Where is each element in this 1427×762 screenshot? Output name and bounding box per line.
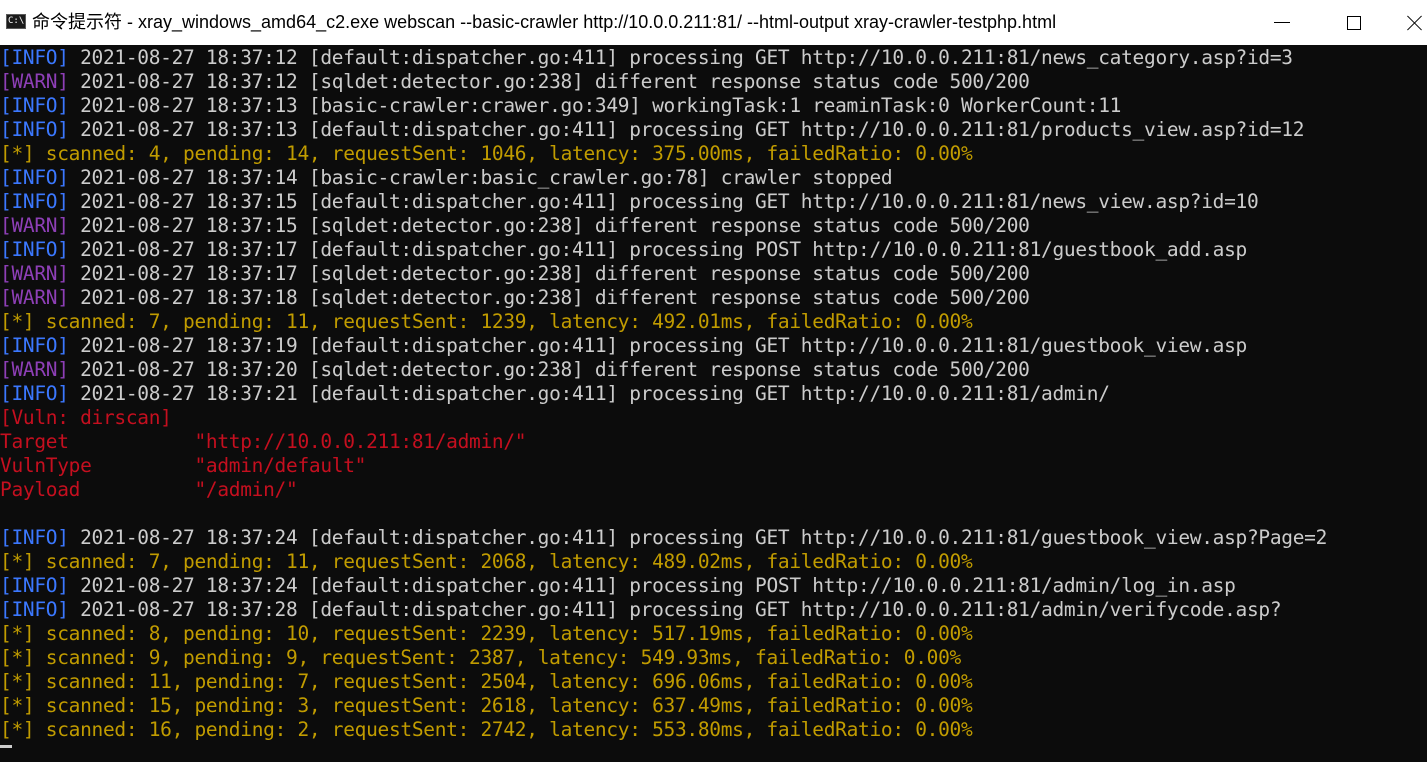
status-tag: [*]	[0, 694, 35, 717]
console-line: [INFO] 2021-08-27 18:37:21 [default:disp…	[0, 382, 1110, 406]
console-message: 2021-08-27 18:37:13 [basic-crawler:crawe…	[68, 94, 1122, 117]
title-bar[interactable]: C:\. 命令提示符 - xray_windows_amd64_c2.exe w…	[0, 0, 1427, 45]
console-message: scanned: 4, pending: 14, requestSent: 10…	[34, 142, 973, 165]
console-line: [*] scanned: 7, pending: 11, requestSent…	[0, 550, 973, 574]
status-tag: [*]	[0, 670, 35, 693]
info-tag: [INFO]	[0, 382, 69, 405]
console-line: [INFO] 2021-08-27 18:37:13 [basic-crawle…	[0, 94, 1121, 118]
console-line: [INFO] 2021-08-27 18:37:17 [default:disp…	[0, 238, 1247, 262]
console-line: [*] scanned: 16, pending: 2, requestSent…	[0, 718, 973, 742]
info-tag: [INFO]	[0, 334, 69, 357]
info-tag: [INFO]	[0, 118, 69, 141]
console-message: 2021-08-27 18:37:28 [default:dispatcher.…	[68, 598, 1282, 621]
console-message: 2021-08-27 18:37:13 [default:dispatcher.…	[68, 118, 1305, 141]
console-line: [INFO] 2021-08-27 18:37:24 [default:disp…	[0, 526, 1327, 550]
console-line: [INFO] 2021-08-27 18:37:19 [default:disp…	[0, 334, 1247, 358]
console-message: scanned: 7, pending: 11, requestSent: 12…	[34, 310, 973, 333]
console-line: [WARN] 2021-08-27 18:37:20 [sqldet:detec…	[0, 358, 1030, 382]
warn-tag: [WARN]	[0, 286, 69, 309]
console-line: [INFO] 2021-08-27 18:37:15 [default:disp…	[0, 190, 1259, 214]
console-line: VulnType "admin/default"	[0, 454, 366, 478]
cmd-icon: C:\.	[6, 14, 26, 29]
console-line: [INFO] 2021-08-27 18:37:28 [default:disp…	[0, 598, 1282, 622]
console-message: 2021-08-27 18:37:15 [sqldet:detector.go:…	[68, 214, 1030, 237]
text-cursor	[0, 745, 12, 748]
console-message: scanned: 15, pending: 3, requestSent: 26…	[34, 694, 973, 717]
console-message: 2021-08-27 18:37:20 [sqldet:detector.go:…	[68, 358, 1030, 381]
maximize-button[interactable]	[1331, 0, 1377, 45]
console-line: [*] scanned: 4, pending: 14, requestSent…	[0, 142, 973, 166]
status-tag: [*]	[0, 310, 35, 333]
console-line: [WARN] 2021-08-27 18:37:12 [sqldet:detec…	[0, 70, 1030, 94]
info-tag: [INFO]	[0, 526, 69, 549]
console-message: 2021-08-27 18:37:17 [sqldet:detector.go:…	[68, 262, 1030, 285]
vuln-detail: VulnType "admin/default"	[0, 454, 367, 477]
info-tag: [INFO]	[0, 166, 69, 189]
console-message: scanned: 8, pending: 10, requestSent: 22…	[34, 622, 973, 645]
info-tag: [INFO]	[0, 238, 69, 261]
status-tag: [*]	[0, 646, 35, 669]
close-icon	[1407, 15, 1423, 31]
vuln-detail: [Vuln: dirscan]	[0, 406, 172, 429]
status-tag: [*]	[0, 718, 35, 741]
vuln-detail: Target "http://10.0.0.211:81/admin/"	[0, 430, 527, 453]
console-message: 2021-08-27 18:37:14 [basic-crawler:basic…	[68, 166, 893, 189]
console-line: [INFO] 2021-08-27 18:37:14 [basic-crawle…	[0, 166, 893, 190]
info-tag: [INFO]	[0, 598, 69, 621]
console-line: [*] scanned: 15, pending: 3, requestSent…	[0, 694, 973, 718]
console-message: 2021-08-27 18:37:19 [default:dispatcher.…	[68, 334, 1247, 357]
info-tag: [INFO]	[0, 94, 69, 117]
warn-tag: [WARN]	[0, 70, 69, 93]
status-tag: [*]	[0, 142, 35, 165]
console-message: scanned: 7, pending: 11, requestSent: 20…	[34, 550, 973, 573]
maximize-icon	[1347, 15, 1361, 30]
status-tag: [*]	[0, 622, 35, 645]
console-line: [WARN] 2021-08-27 18:37:15 [sqldet:detec…	[0, 214, 1030, 238]
console-message: 2021-08-27 18:37:21 [default:dispatcher.…	[68, 382, 1110, 405]
console-message: 2021-08-27 18:37:17 [default:dispatcher.…	[68, 238, 1247, 261]
console-line: [Vuln: dirscan]	[0, 406, 172, 430]
console-message: 2021-08-27 18:37:18 [sqldet:detector.go:…	[68, 286, 1030, 309]
console-message: 2021-08-27 18:37:15 [default:dispatcher.…	[68, 190, 1259, 213]
window-title: 命令提示符 - xray_windows_amd64_c2.exe websca…	[32, 12, 1057, 32]
console-line: [*] scanned: 7, pending: 11, requestSent…	[0, 310, 973, 334]
console-line: [*] scanned: 9, pending: 9, requestSent:…	[0, 646, 961, 670]
info-tag: [INFO]	[0, 190, 69, 213]
console-message: 2021-08-27 18:37:12 [sqldet:detector.go:…	[68, 70, 1030, 93]
close-button[interactable]	[1403, 0, 1427, 45]
console-message: scanned: 16, pending: 2, requestSent: 27…	[34, 718, 973, 741]
console-line: [INFO] 2021-08-27 18:37:13 [default:disp…	[0, 118, 1304, 142]
warn-tag: [WARN]	[0, 214, 69, 237]
console-output[interactable]: [INFO] 2021-08-27 18:37:12 [default:disp…	[0, 46, 1427, 762]
console-message: scanned: 9, pending: 9, requestSent: 238…	[34, 646, 962, 669]
info-tag: [INFO]	[0, 46, 69, 69]
console-message: 2021-08-27 18:37:24 [default:dispatcher.…	[68, 526, 1328, 549]
vuln-detail: Payload "/admin/"	[0, 478, 298, 501]
console-line: Target "http://10.0.0.211:81/admin/"	[0, 430, 527, 454]
info-tag: [INFO]	[0, 574, 69, 597]
console-line: [INFO] 2021-08-27 18:37:12 [default:disp…	[0, 46, 1293, 70]
console-line: Payload "/admin/"	[0, 478, 298, 502]
minimize-button[interactable]	[1259, 0, 1305, 45]
warn-tag: [WARN]	[0, 262, 69, 285]
console-message: scanned: 11, pending: 7, requestSent: 25…	[34, 670, 973, 693]
console-message: 2021-08-27 18:37:12 [default:dispatcher.…	[68, 46, 1293, 69]
console-line: [*] scanned: 8, pending: 10, requestSent…	[0, 622, 973, 646]
warn-tag: [WARN]	[0, 358, 69, 381]
status-tag: [*]	[0, 550, 35, 573]
minimize-icon	[1274, 22, 1290, 23]
console-line: [WARN] 2021-08-27 18:37:18 [sqldet:detec…	[0, 286, 1030, 310]
console-line: [WARN] 2021-08-27 18:37:17 [sqldet:detec…	[0, 262, 1030, 286]
console-message: 2021-08-27 18:37:24 [default:dispatcher.…	[68, 574, 1236, 597]
console-line: [INFO] 2021-08-27 18:37:24 [default:disp…	[0, 574, 1236, 598]
console-line: [*] scanned: 11, pending: 7, requestSent…	[0, 670, 973, 694]
